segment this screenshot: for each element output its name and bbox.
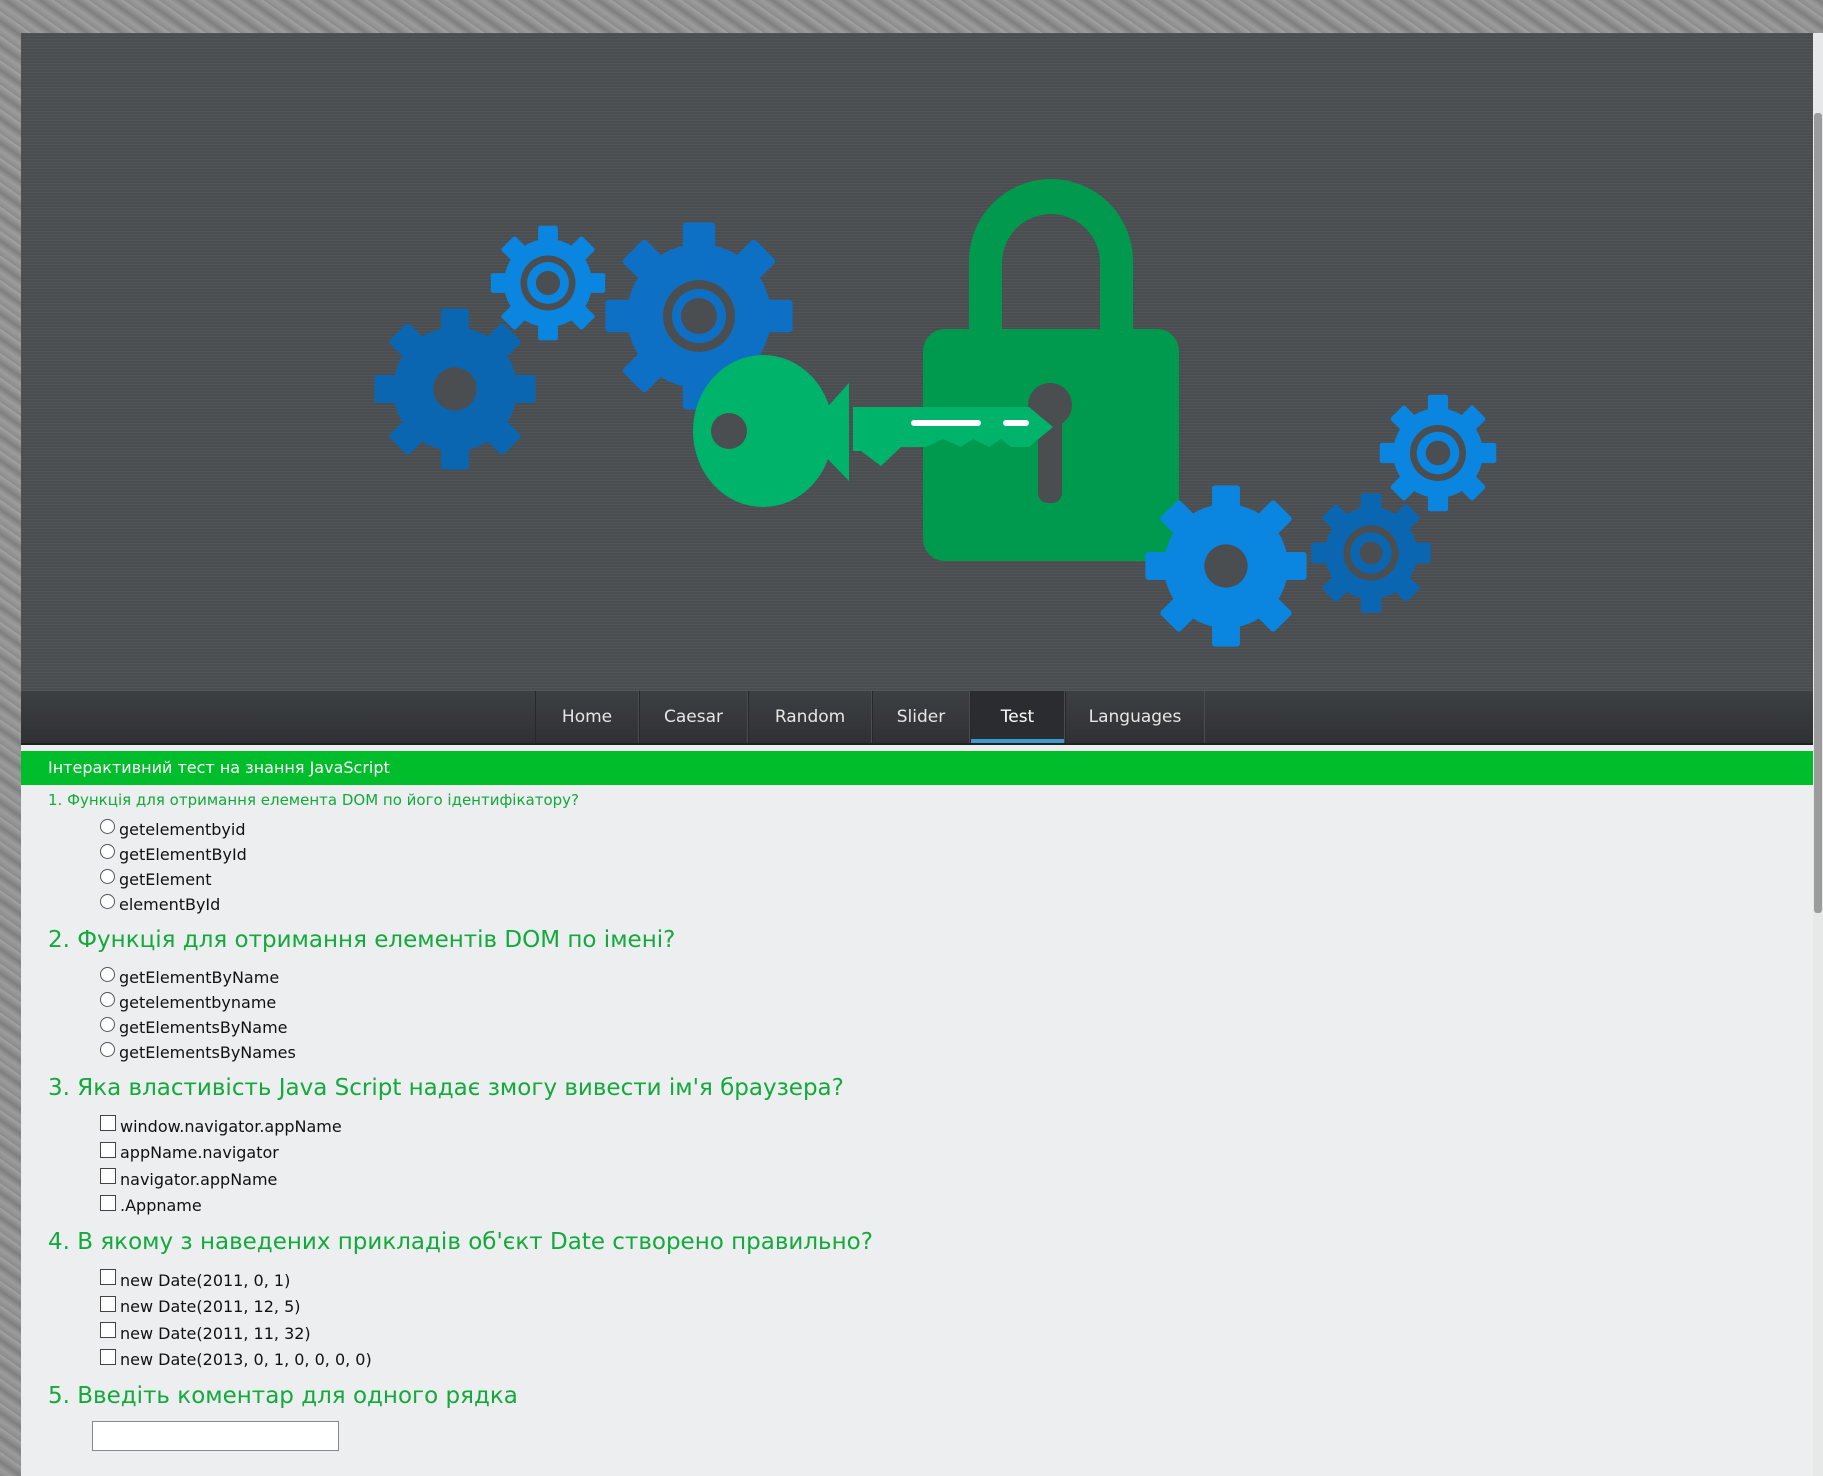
option-label: elementById: [119, 895, 221, 914]
gear-icon: [490, 225, 606, 341]
answer-option[interactable]: window.navigator.appName: [100, 1113, 1788, 1140]
nav-item-test[interactable]: Test: [970, 691, 1065, 743]
hero-banner: [21, 33, 1813, 691]
nav-item-home[interactable]: Home: [535, 691, 639, 743]
gear-icon: [374, 308, 536, 470]
question-options: getElementByName getelementbyname getEle…: [48, 965, 1788, 1065]
question-title: 1. Функція для отримання елемента DOM по…: [48, 791, 579, 809]
answer-option[interactable]: getElementsByNames: [100, 1040, 1788, 1065]
question-title: 2. Функція для отримання елементів DOM п…: [48, 927, 676, 953]
option-label: getElementById: [119, 845, 247, 864]
question-title: 3. Яка властивість Java Script надає змо…: [48, 1075, 844, 1101]
answer-option[interactable]: getElementByName: [100, 965, 1788, 990]
checkbox[interactable]: [100, 1322, 116, 1339]
question-options: window.navigator.appName appName.navigat…: [48, 1113, 1788, 1219]
radio-button[interactable]: [100, 992, 115, 1007]
option-label: getElement: [119, 870, 212, 889]
answer-option[interactable]: .Appname: [100, 1193, 1788, 1220]
answer-option[interactable]: new Date(2011, 0, 1): [100, 1267, 1788, 1294]
option-label: getElementByName: [119, 968, 280, 987]
question-options: getelementbyid getElementById getElement…: [48, 817, 1788, 917]
option-label: new Date(2013, 0, 1, 0, 0, 0, 0): [120, 1350, 372, 1370]
page: Home Caesar Random Slider Test Languages…: [21, 33, 1813, 1476]
option-label: navigator.appName: [120, 1169, 278, 1189]
test-banner: Інтерактивний тест на знання JavaScript: [21, 751, 1813, 785]
checkbox[interactable]: [100, 1295, 116, 1312]
answer-option[interactable]: getElementsByName: [100, 1015, 1788, 1040]
checkbox[interactable]: [100, 1115, 116, 1132]
checkbox[interactable]: [100, 1348, 116, 1365]
radio-button[interactable]: [100, 1042, 115, 1057]
option-label: new Date(2011, 12, 5): [120, 1297, 301, 1317]
option-label: getElementsByNames: [119, 1043, 296, 1062]
answer-option[interactable]: appName.navigator: [100, 1140, 1788, 1167]
option-label: new Date(2011, 0, 1): [120, 1270, 291, 1290]
answer-option[interactable]: new Date(2011, 11, 32): [100, 1320, 1788, 1347]
nav-item-caesar[interactable]: Caesar: [639, 691, 748, 743]
main-navigation: Home Caesar Random Slider Test Languages: [21, 691, 1813, 745]
lock-icon: [923, 179, 1179, 561]
vertical-scrollbar[interactable]: [1813, 33, 1823, 1476]
answer-option[interactable]: new Date(2011, 12, 5): [100, 1294, 1788, 1321]
gear-icon: [1145, 485, 1307, 647]
option-label: window.navigator.appName: [120, 1116, 342, 1136]
radio-button[interactable]: [100, 869, 115, 884]
option-label: getelementbyid: [119, 820, 246, 839]
nav-item-languages[interactable]: Languages: [1065, 691, 1205, 743]
radio-button[interactable]: [100, 844, 115, 859]
answer-option[interactable]: getElementById: [100, 842, 1788, 867]
option-label: getelementbyname: [119, 993, 277, 1012]
option-label: getElementsByName: [119, 1018, 288, 1037]
option-label: .Appname: [120, 1196, 202, 1216]
nav-item-random[interactable]: Random: [748, 691, 872, 743]
answer-option[interactable]: getelementbyname: [100, 990, 1788, 1015]
quiz-form: 1. Функція для отримання елемента DOM по…: [48, 785, 1788, 1451]
radio-button[interactable]: [100, 1017, 115, 1032]
question-options: new Date(2011, 0, 1) new Date(2011, 12, …: [48, 1267, 1788, 1373]
option-label: appName.navigator: [120, 1143, 279, 1163]
nav-item-slider[interactable]: Slider: [872, 691, 970, 743]
gear-icon: [1311, 493, 1431, 613]
gear-icon: [1379, 394, 1497, 512]
answer-option[interactable]: elementById: [100, 892, 1788, 917]
answer-option[interactable]: new Date(2013, 0, 1, 0, 0, 0, 0): [100, 1347, 1788, 1374]
gears-lock-key-illustration: [374, 179, 1497, 647]
radio-button[interactable]: [100, 894, 115, 909]
answer-option[interactable]: getElement: [100, 867, 1788, 892]
radio-button[interactable]: [100, 967, 115, 982]
checkbox[interactable]: [100, 1168, 116, 1185]
answer-option[interactable]: getelementbyid: [100, 817, 1788, 842]
comment-input[interactable]: [92, 1421, 339, 1451]
checkbox[interactable]: [100, 1194, 116, 1211]
answer-option[interactable]: navigator.appName: [100, 1166, 1788, 1193]
question-title: 5. Введіть коментар для одного рядка: [48, 1383, 518, 1409]
scrollbar-thumb[interactable]: [1814, 113, 1822, 913]
radio-button[interactable]: [100, 819, 115, 834]
option-label: new Date(2011, 11, 32): [120, 1323, 311, 1343]
nav-list: Home Caesar Random Slider Test Languages: [535, 691, 1205, 743]
checkbox[interactable]: [100, 1141, 116, 1158]
question-title: 4. В якому з наведених прикладів об'єкт …: [48, 1229, 873, 1255]
checkbox[interactable]: [100, 1269, 116, 1286]
